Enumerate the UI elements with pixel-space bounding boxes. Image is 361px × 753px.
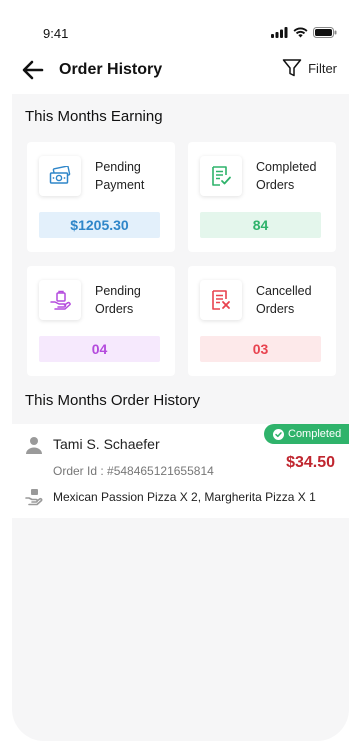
- header: Order History Filter: [0, 52, 361, 92]
- order-list-item[interactable]: Tami S. Schaefer Order Id : #54846512165…: [12, 424, 349, 518]
- filter-icon: [282, 59, 302, 77]
- order-id: Order Id : #548465121655814: [53, 464, 214, 478]
- user-icon: [25, 436, 43, 459]
- completed-orders-value: 84: [200, 212, 321, 238]
- card-icon-box: [200, 156, 242, 196]
- status-label: Completed: [288, 428, 342, 440]
- card-label: Pending Orders: [95, 282, 173, 318]
- status-bar: 9:41: [0, 0, 361, 48]
- card-label: Cancelled Orders: [256, 282, 334, 318]
- card-icon-box: [39, 156, 81, 196]
- dish-icon: [25, 488, 43, 511]
- card-label-line2: Orders: [95, 302, 134, 316]
- card-label-line1: Pending: [95, 284, 141, 298]
- pending-payment-card[interactable]: Pending Payment $1205.30: [27, 142, 175, 252]
- filter-button[interactable]: Filter: [282, 58, 337, 78]
- completed-orders-card[interactable]: Completed Orders 84: [188, 142, 336, 252]
- pending-payment-value: $1205.30: [39, 212, 160, 238]
- wifi-icon: [293, 27, 308, 38]
- check-circle-icon: [273, 428, 284, 440]
- card-label: Pending Payment: [95, 158, 173, 194]
- card-label-line2: Payment: [95, 178, 145, 192]
- cancelled-orders-card[interactable]: Cancelled Orders 03: [188, 266, 336, 376]
- card-label-line2: Orders: [256, 178, 295, 192]
- cancelled-orders-value: 03: [200, 336, 321, 362]
- back-button[interactable]: [22, 60, 48, 82]
- pending-orders-card[interactable]: Pending Orders 04: [27, 266, 175, 376]
- card-label: Completed Orders: [256, 158, 334, 194]
- pending-bag-icon: [50, 290, 71, 310]
- status-time: 9:41: [43, 26, 69, 41]
- history-section-title: This Months Order History: [25, 392, 201, 409]
- cash-icon: [49, 166, 71, 184]
- status-badge: Completed: [264, 424, 349, 444]
- order-items: Mexican Passion Pizza X 2, Margherita Pi…: [53, 490, 316, 504]
- completed-receipt-icon: [212, 166, 231, 186]
- main-content: This Months Earning Pending Payment $120…: [12, 94, 349, 741]
- card-label-line1: Completed: [256, 160, 317, 174]
- earning-section-title: This Months Earning: [25, 108, 163, 125]
- phone-screen: 9:41 Order History Filter This Months Ea…: [0, 0, 361, 753]
- order-price: $34.50: [286, 454, 335, 471]
- page-title: Order History: [59, 61, 163, 78]
- battery-icon: [313, 27, 337, 38]
- card-label-line1: Pending: [95, 160, 141, 174]
- card-label-line1: Cancelled: [256, 284, 312, 298]
- card-label-line2: Orders: [256, 302, 295, 316]
- customer-name: Tami S. Schaefer: [53, 436, 160, 452]
- card-icon-box: [39, 280, 81, 320]
- card-icon-box: [200, 280, 242, 320]
- arrow-left-icon: [22, 60, 44, 80]
- signal-icon: [271, 27, 288, 38]
- status-icons: [271, 27, 337, 38]
- pending-orders-value: 04: [39, 336, 160, 362]
- cancelled-receipt-icon: [212, 290, 230, 310]
- filter-label: Filter: [308, 60, 337, 76]
